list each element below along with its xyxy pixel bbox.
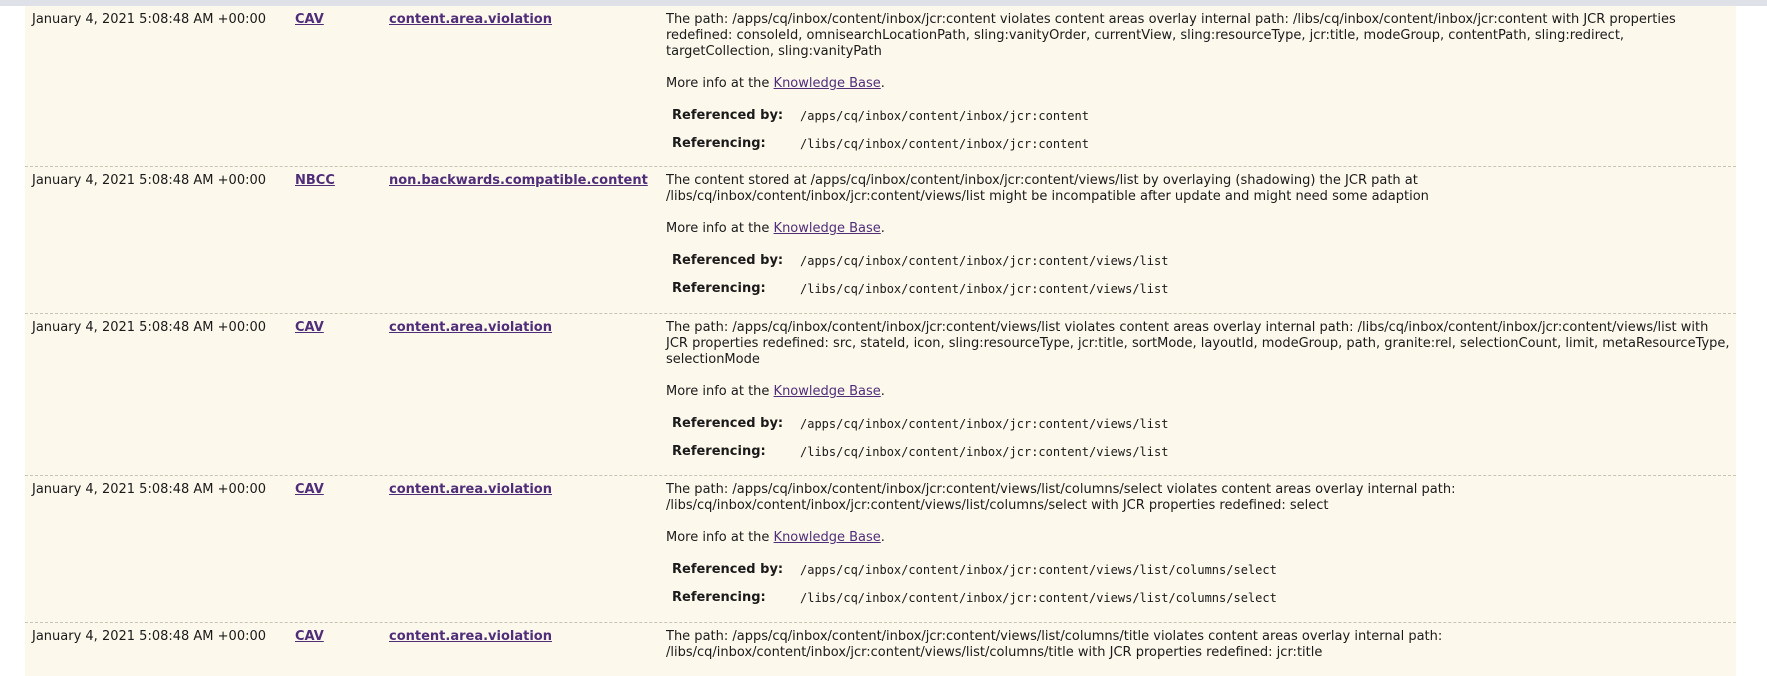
entry-date: January 4, 2021 5:08:48 AM +00:00 bbox=[32, 173, 267, 188]
entry-code: NBCC bbox=[295, 173, 375, 189]
entry-type: content.area.violation bbox=[389, 12, 689, 28]
more-info-prefix: More info at the bbox=[666, 221, 774, 236]
referenced-by-path: /apps/cq/inbox/content/inbox/jcr:content… bbox=[800, 254, 1169, 268]
code-link[interactable]: CAV bbox=[295, 12, 324, 27]
code-link[interactable]: CAV bbox=[295, 482, 324, 497]
table-row: January 4, 2021 5:08:48 AM +00:00 CAV co… bbox=[25, 623, 1736, 676]
description-text: The path: /apps/cq/inbox/content/inbox/j… bbox=[666, 629, 1443, 660]
references: Referenced by: /apps/cq/inbox/content/in… bbox=[666, 416, 1732, 460]
more-info-prefix: More info at the bbox=[666, 530, 774, 545]
more-info: More info at the Knowledge Base. bbox=[666, 221, 1732, 237]
more-info-suffix: . bbox=[880, 530, 885, 545]
more-info-suffix: . bbox=[880, 76, 885, 91]
entry-date: January 4, 2021 5:08:48 AM +00:00 bbox=[32, 320, 267, 335]
referencing-path: /libs/cq/inbox/content/inbox/jcr:content bbox=[800, 137, 1089, 151]
more-info-suffix: . bbox=[880, 221, 885, 236]
referencing-label: Referencing: bbox=[672, 590, 766, 605]
code-link[interactable]: CAV bbox=[295, 629, 324, 644]
more-info: More info at the Knowledge Base. bbox=[666, 76, 1732, 92]
table-row: January 4, 2021 5:08:48 AM +00:00 CAV co… bbox=[25, 6, 1736, 167]
entry-description: The path: /apps/cq/inbox/content/inbox/j… bbox=[666, 482, 1732, 606]
referenced-by-label: Referenced by: bbox=[672, 416, 784, 431]
knowledge-base-link[interactable]: Knowledge Base bbox=[774, 221, 881, 236]
type-link[interactable]: content.area.violation bbox=[389, 482, 552, 497]
more-info-prefix: More info at the bbox=[666, 76, 774, 91]
more-info-prefix: More info at the bbox=[666, 384, 774, 399]
entry-description: The content stored at /apps/cq/inbox/con… bbox=[666, 173, 1732, 297]
entry-type: content.area.violation bbox=[389, 482, 689, 498]
references: Referenced by: /apps/cq/inbox/content/in… bbox=[666, 253, 1732, 297]
entry-type: non.backwards.compatible.content bbox=[389, 173, 689, 189]
entry-code: CAV bbox=[295, 482, 375, 498]
entry-description: The path: /apps/cq/inbox/content/inbox/j… bbox=[666, 629, 1732, 661]
knowledge-base-link[interactable]: Knowledge Base bbox=[774, 384, 881, 399]
entry-code: CAV bbox=[295, 629, 375, 645]
description-text: The path: /apps/cq/inbox/content/inbox/j… bbox=[666, 482, 1456, 513]
description-text: The content stored at /apps/cq/inbox/con… bbox=[666, 173, 1429, 204]
knowledge-base-link[interactable]: Knowledge Base bbox=[774, 530, 881, 545]
referenced-by-label: Referenced by: bbox=[672, 253, 784, 268]
type-link[interactable]: content.area.violation bbox=[389, 629, 552, 644]
table-row: January 4, 2021 5:08:48 AM +00:00 CAV co… bbox=[25, 476, 1736, 623]
referenced-by-label: Referenced by: bbox=[672, 108, 784, 123]
code-link[interactable]: CAV bbox=[295, 320, 324, 335]
more-info-suffix: . bbox=[880, 384, 885, 399]
knowledge-base-link[interactable]: Knowledge Base bbox=[774, 76, 881, 91]
table-row: January 4, 2021 5:08:48 AM +00:00 NBCC n… bbox=[25, 167, 1736, 314]
entry-type: content.area.violation bbox=[389, 320, 689, 336]
description-text: The path: /apps/cq/inbox/content/inbox/j… bbox=[666, 12, 1676, 59]
violations-report: January 4, 2021 5:08:48 AM +00:00 CAV co… bbox=[25, 6, 1736, 676]
entry-description: The path: /apps/cq/inbox/content/inbox/j… bbox=[666, 320, 1732, 460]
referencing-path: /libs/cq/inbox/content/inbox/jcr:content… bbox=[800, 445, 1169, 459]
referenced-by-path: /apps/cq/inbox/content/inbox/jcr:content… bbox=[800, 563, 1277, 577]
referencing-label: Referencing: bbox=[672, 281, 766, 296]
referenced-by-path: /apps/cq/inbox/content/inbox/jcr:content… bbox=[800, 417, 1169, 431]
references: Referenced by: /apps/cq/inbox/content/in… bbox=[666, 108, 1732, 152]
references: Referenced by: /apps/cq/inbox/content/in… bbox=[666, 562, 1732, 606]
type-link[interactable]: non.backwards.compatible.content bbox=[389, 173, 648, 188]
entry-type: content.area.violation bbox=[389, 629, 689, 645]
more-info: More info at the Knowledge Base. bbox=[666, 384, 1732, 400]
entry-description: The path: /apps/cq/inbox/content/inbox/j… bbox=[666, 12, 1732, 152]
referencing-path: /libs/cq/inbox/content/inbox/jcr:content… bbox=[800, 591, 1277, 605]
entry-date: January 4, 2021 5:08:48 AM +00:00 bbox=[32, 12, 267, 27]
referenced-by-label: Referenced by: bbox=[672, 562, 784, 577]
referenced-by-path: /apps/cq/inbox/content/inbox/jcr:content bbox=[800, 109, 1089, 123]
entry-date: January 4, 2021 5:08:48 AM +00:00 bbox=[32, 482, 267, 497]
table-row: January 4, 2021 5:08:48 AM +00:00 CAV co… bbox=[25, 314, 1736, 476]
entry-code: CAV bbox=[295, 320, 375, 336]
description-text: The path: /apps/cq/inbox/content/inbox/j… bbox=[666, 320, 1730, 367]
referencing-label: Referencing: bbox=[672, 136, 766, 151]
entry-date: January 4, 2021 5:08:48 AM +00:00 bbox=[32, 629, 267, 644]
type-link[interactable]: content.area.violation bbox=[389, 12, 552, 27]
referencing-label: Referencing: bbox=[672, 444, 766, 459]
more-info: More info at the Knowledge Base. bbox=[666, 530, 1732, 546]
referencing-path: /libs/cq/inbox/content/inbox/jcr:content… bbox=[800, 282, 1169, 296]
entry-code: CAV bbox=[295, 12, 375, 28]
code-link[interactable]: NBCC bbox=[295, 173, 335, 188]
type-link[interactable]: content.area.violation bbox=[389, 320, 552, 335]
